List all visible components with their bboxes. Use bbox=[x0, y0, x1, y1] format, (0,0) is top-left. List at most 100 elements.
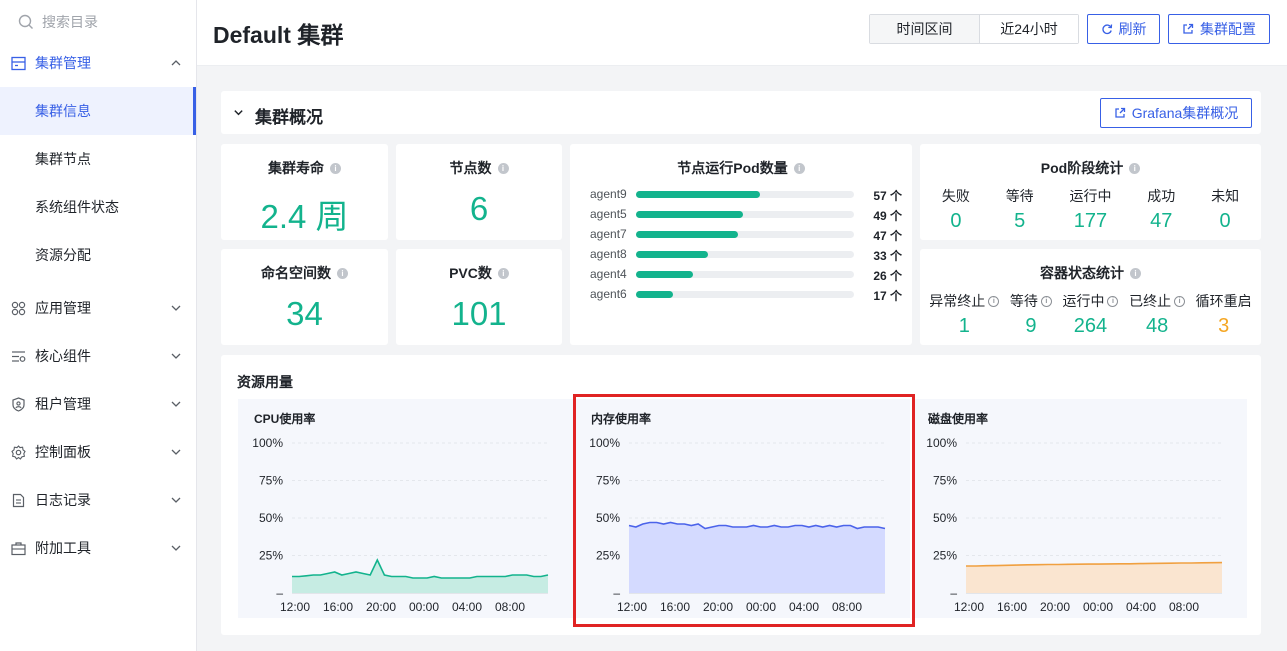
nav-group-cluster-management[interactable]: 集群管理 bbox=[0, 44, 196, 82]
grafana-overview-button[interactable]: Grafana集群概况 bbox=[1100, 98, 1252, 128]
collapse-chevron-icon[interactable] bbox=[233, 107, 244, 118]
x-tick-label: 16:00 bbox=[997, 600, 1027, 614]
overview-title: 集群概况 bbox=[255, 108, 323, 127]
usage-area bbox=[292, 560, 548, 593]
node-pod-count-card: 节点运行Pod数量 i agent9 57 个 agent5 49 个 agent7 47 … bbox=[570, 144, 912, 345]
mini-value: 48 bbox=[1145, 315, 1169, 337]
chevron-up-icon bbox=[171, 60, 181, 66]
pod-phase-failed: 失败 0 bbox=[942, 186, 970, 233]
catalog-search[interactable]: 搜索目录 bbox=[0, 0, 196, 44]
page-title: Default 集群 bbox=[213, 22, 344, 48]
info-icon[interactable]: i bbox=[988, 295, 1000, 307]
y-tick-label: 100% bbox=[926, 436, 957, 450]
nav-item-cluster-nodes[interactable]: 集群节点 bbox=[0, 135, 196, 183]
sidebar: 搜索目录 集群管理 集群信息 集群节点 系统组件状态 资源分配 应用管理 核心组… bbox=[0, 0, 197, 651]
time-range-value[interactable]: 近24小时 bbox=[980, 15, 1078, 43]
mini-label: 异常终止 bbox=[929, 293, 986, 309]
pvc-count-value: 101 bbox=[451, 295, 507, 332]
container-crash-loop: 循环重启 3 bbox=[1196, 291, 1252, 338]
time-range-label: 时间区间 bbox=[870, 15, 980, 43]
mini-value: 0 bbox=[1219, 210, 1231, 232]
x-tick-label: 00:00 bbox=[1083, 600, 1113, 614]
nav-group-app-management[interactable]: 应用管理 bbox=[0, 284, 196, 332]
nav-group-add-on-tools[interactable]: 附加工具 bbox=[0, 524, 196, 572]
cluster-config-button[interactable]: 集群配置 bbox=[1168, 14, 1270, 44]
x-tick-label: 16:00 bbox=[323, 600, 353, 614]
chevron-down-icon bbox=[171, 305, 181, 311]
mini-value: 264 bbox=[1073, 315, 1108, 337]
chevron-down-icon bbox=[171, 497, 181, 503]
y-tick-label: 50% bbox=[933, 511, 957, 525]
info-icon[interactable]: i bbox=[497, 162, 509, 174]
chevron-down-icon bbox=[171, 401, 181, 407]
nav-group-tenant-management[interactable]: 租户管理 bbox=[0, 380, 196, 428]
mini-value: 1 bbox=[958, 315, 970, 337]
nav-group-core-components[interactable]: 核心组件 bbox=[0, 332, 196, 380]
pod-count-value: 26 个 bbox=[873, 269, 902, 283]
external-link-icon bbox=[1183, 23, 1194, 34]
time-range-selector[interactable]: 时间区间 近24小时 bbox=[869, 14, 1079, 44]
info-icon[interactable]: i bbox=[1174, 295, 1186, 307]
log-icon bbox=[10, 492, 27, 509]
pod-count-value: 33 个 bbox=[873, 249, 902, 263]
mini-label: 运行中 bbox=[1062, 293, 1105, 309]
nav-group-label: 日志记录 bbox=[35, 492, 91, 508]
node-pod-row: agent5 49 个 bbox=[590, 207, 902, 223]
pod-count-track bbox=[636, 211, 854, 218]
gear-icon bbox=[10, 444, 27, 461]
refresh-button[interactable]: 刷新 bbox=[1087, 14, 1160, 44]
nav-group-label: 附加工具 bbox=[35, 540, 91, 556]
mini-label: 成功 bbox=[1147, 188, 1176, 204]
info-icon[interactable]: i bbox=[1040, 295, 1052, 307]
toolbox-icon bbox=[10, 540, 27, 557]
pod-count-value: 49 个 bbox=[873, 209, 902, 223]
nav-item-cluster-info[interactable]: 集群信息 bbox=[0, 87, 196, 135]
x-tick-label: 20:00 bbox=[1040, 600, 1070, 614]
node-name: agent5 bbox=[590, 207, 627, 221]
overview-section-header: 集群概况 Grafana集群概况 bbox=[221, 91, 1261, 134]
nav-group-label: 租户管理 bbox=[35, 396, 91, 412]
info-icon[interactable]: i bbox=[1130, 267, 1141, 279]
mini-label: 未知 bbox=[1211, 188, 1240, 204]
nav-group-log-records[interactable]: 日志记录 bbox=[0, 476, 196, 524]
disk-usage-plot: 100% 75% 50% 25% –12:00 16:00 20:00 00:00 04:00 0… bbox=[926, 436, 1223, 614]
nav-item-system-components[interactable]: 系统组件状态 bbox=[0, 183, 196, 231]
container-state-card: 容器状态统计 i 异常终止 i 1 等待 i 9 运行中 i 264 已终止 i 48 循环重启 3 bbox=[920, 249, 1261, 345]
node-pod-row: agent8 33 个 bbox=[590, 247, 902, 263]
mini-value: 47 bbox=[1150, 210, 1173, 232]
stat-label: 容器状态统计 bbox=[1040, 265, 1124, 281]
info-icon[interactable]: i bbox=[793, 162, 805, 174]
pod-count-bar bbox=[636, 191, 761, 198]
nav-item-label: 集群信息 bbox=[35, 103, 91, 119]
node-name: agent8 bbox=[590, 247, 627, 261]
node-pod-row: agent7 47 个 bbox=[590, 227, 902, 243]
nav-group-label: 控制面板 bbox=[35, 444, 91, 460]
cluster-age-value: 2.4 周 bbox=[260, 198, 349, 235]
pvc-count-card: PVC数 i 101 bbox=[396, 249, 562, 345]
info-icon[interactable]: i bbox=[337, 267, 348, 279]
refresh-label: 刷新 bbox=[1118, 21, 1147, 37]
components-icon bbox=[10, 348, 27, 365]
node-count-card: 节点数 i 6 bbox=[396, 144, 562, 240]
pod-count-value: 57 个 bbox=[873, 189, 902, 203]
info-icon[interactable]: i bbox=[1107, 295, 1119, 307]
stat-label: Pod阶段统计 bbox=[1040, 160, 1124, 176]
container-state-stats: 异常终止 i 1 等待 i 9 运行中 i 264 已终止 i 48 循环重启 3 bbox=[920, 291, 1261, 338]
external-link-icon bbox=[1115, 107, 1125, 118]
info-icon[interactable]: i bbox=[1129, 162, 1141, 174]
container-terminated-abnormal: 异常终止 i 1 bbox=[929, 291, 1000, 338]
nav-item-resource-allocation[interactable]: 资源分配 bbox=[0, 231, 196, 279]
info-icon[interactable]: i bbox=[497, 267, 509, 279]
pod-count-track bbox=[636, 251, 854, 258]
stat-label: PVC数 bbox=[449, 265, 492, 281]
nav-group-control-panel[interactable]: 控制面板 bbox=[0, 428, 196, 476]
x-tick-label: 12:00 bbox=[954, 600, 984, 614]
info-icon[interactable]: i bbox=[330, 162, 341, 174]
pod-phase-pending: 等待 5 bbox=[1006, 186, 1034, 233]
nav-item-label: 集群节点 bbox=[35, 151, 91, 167]
y-tick-label: 50% bbox=[259, 511, 283, 525]
x-tick-label: 08:00 bbox=[1169, 600, 1199, 614]
pod-count-bar bbox=[636, 211, 743, 218]
search-placeholder: 搜索目录 bbox=[42, 14, 98, 30]
node-name: agent9 bbox=[590, 187, 627, 201]
